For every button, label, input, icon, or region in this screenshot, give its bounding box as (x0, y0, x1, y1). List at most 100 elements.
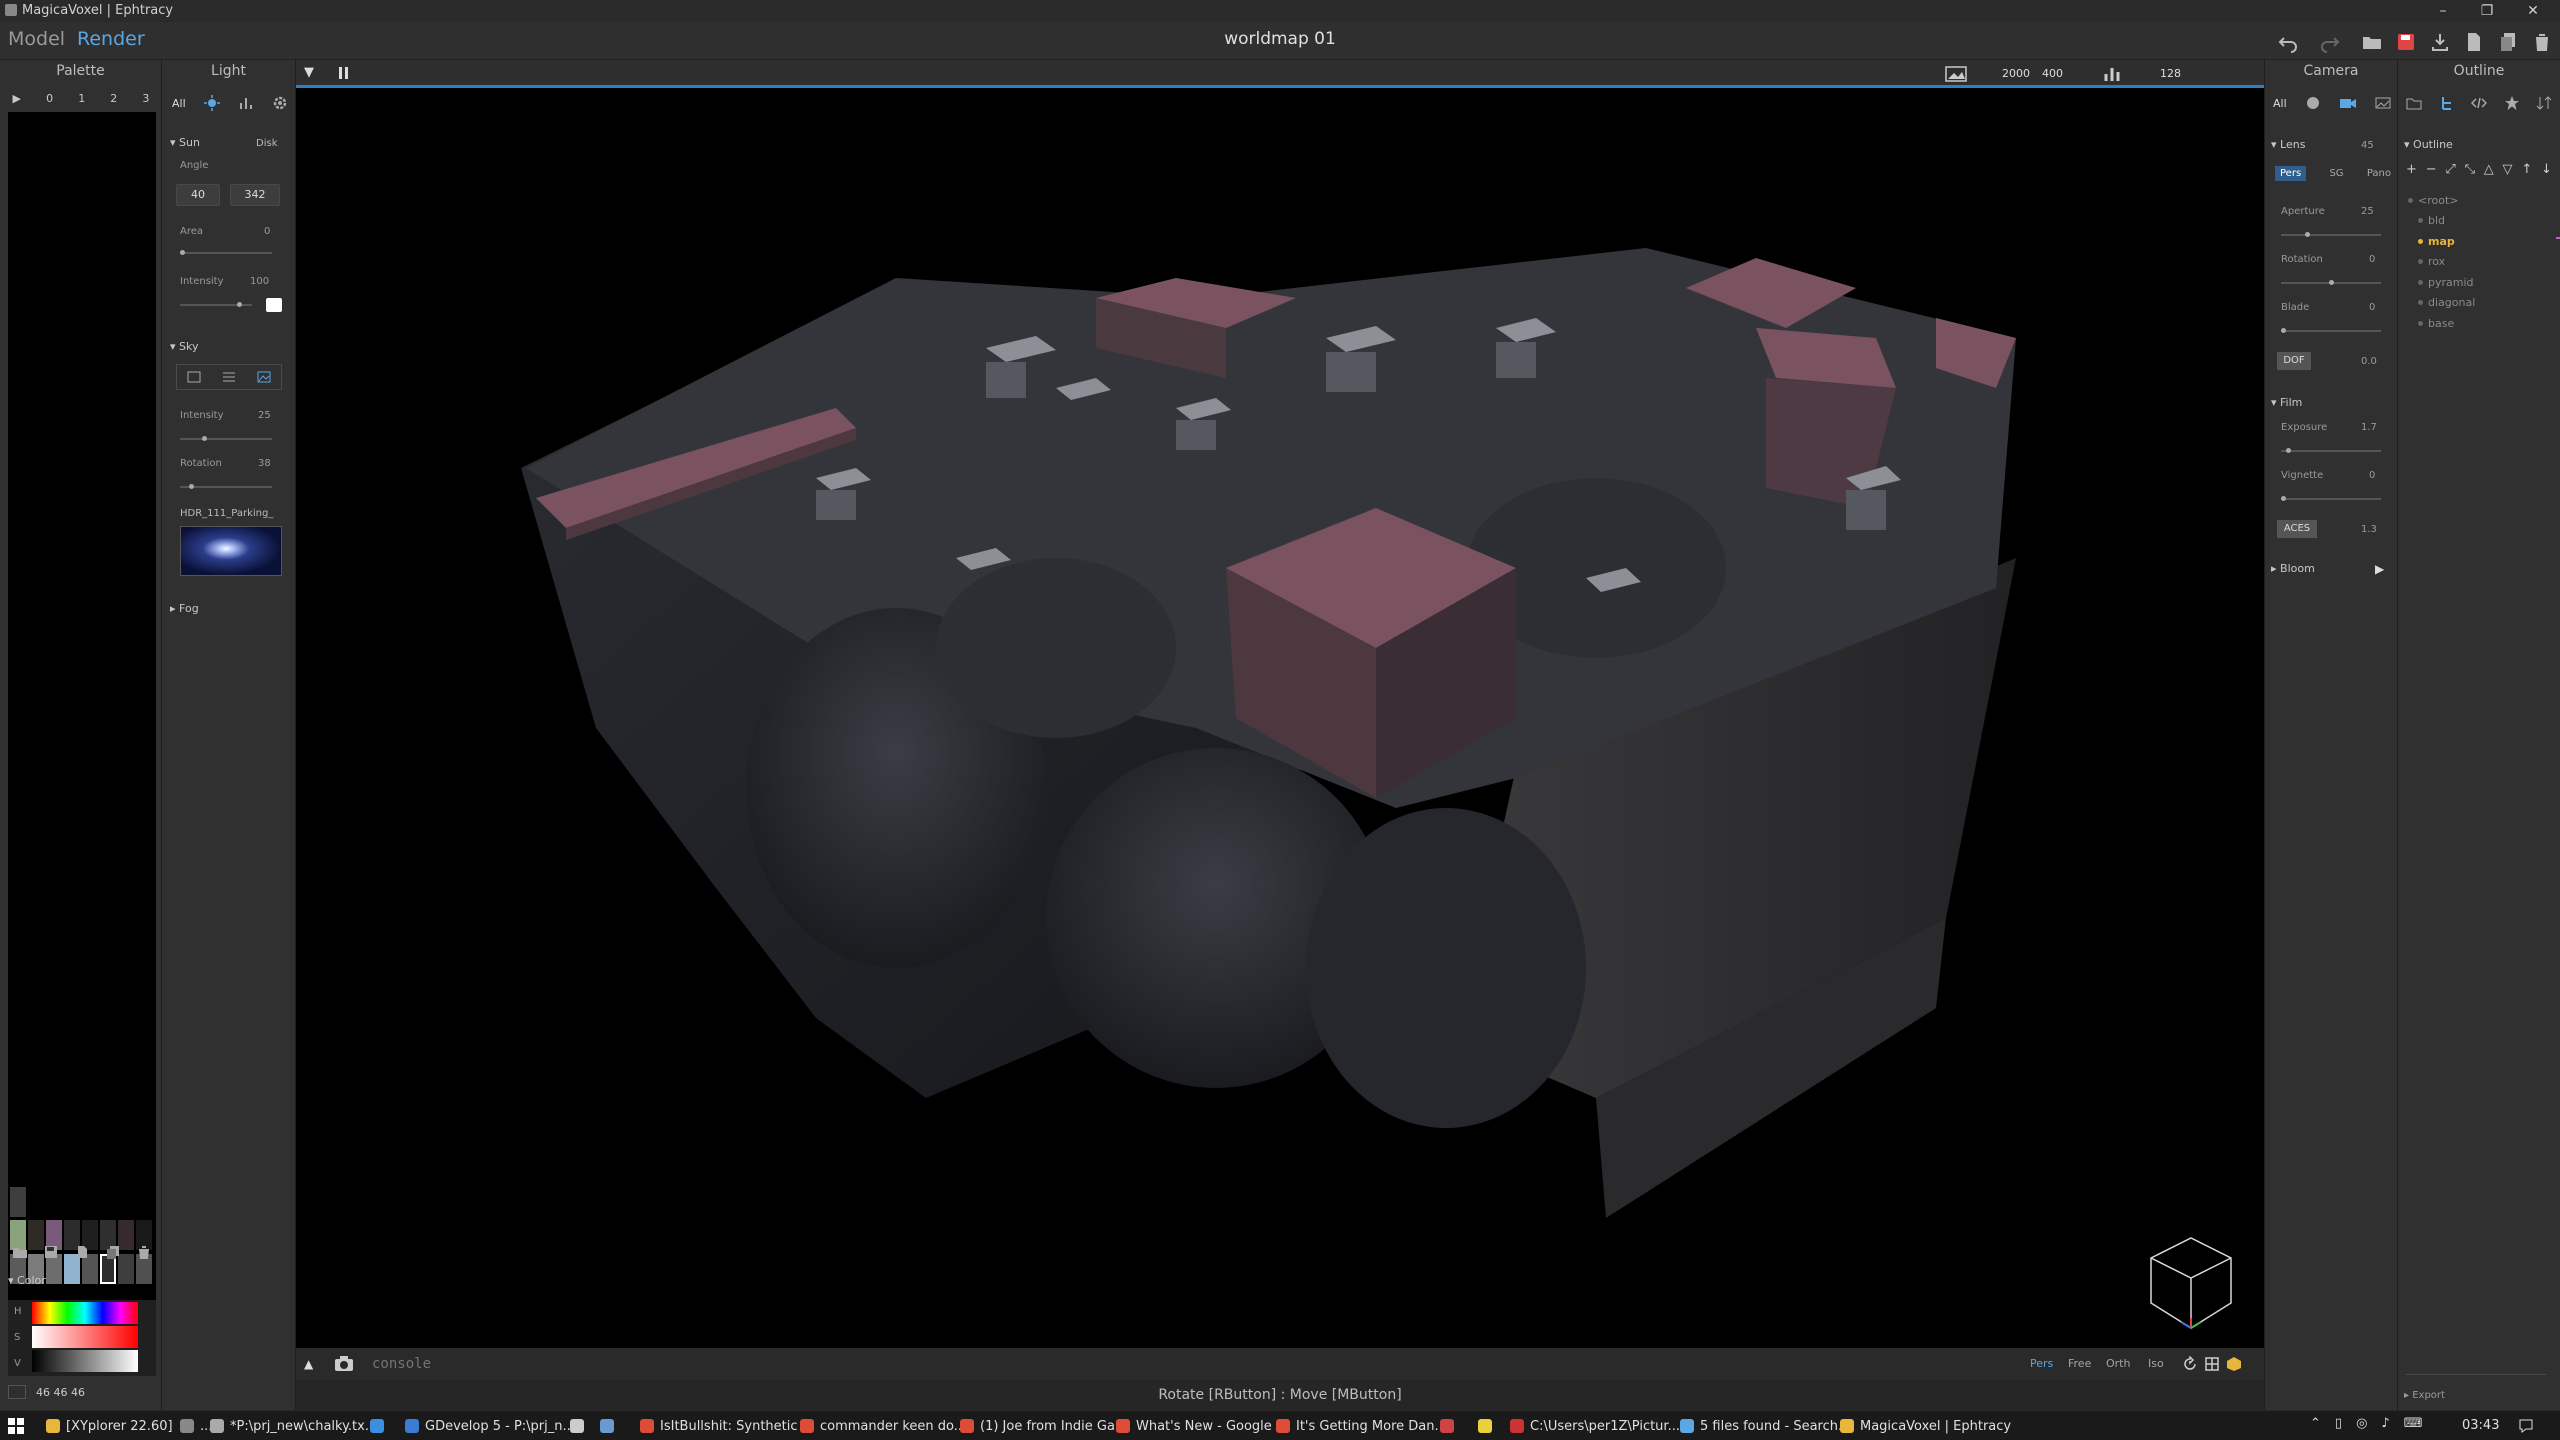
taskbar-item[interactable]: What's New - Google ... (1116, 1415, 1288, 1437)
triangle-down-icon[interactable]: ▽ (2503, 162, 2513, 180)
orientation-gizmo[interactable] (2136, 1228, 2246, 1338)
visibility-dot-icon[interactable] (2418, 238, 2423, 244)
exposure-value[interactable]: 1.7 (2361, 422, 2377, 433)
volume-icon[interactable]: ♪ (2381, 1416, 2389, 1431)
star-icon[interactable] (2504, 95, 2520, 111)
export-icon[interactable] (2428, 30, 2452, 54)
taskbar-item[interactable] (570, 1415, 584, 1437)
sun-intensity-slider[interactable] (180, 302, 252, 307)
aperture-value[interactable]: 25 (2361, 206, 2374, 217)
close-button[interactable]: ✕ (2524, 2, 2542, 20)
lens-section-toggle[interactable]: ▾ Lens (2271, 138, 2305, 151)
sample-count[interactable]: 128 (2160, 67, 2181, 80)
outline-item[interactable]: base (2408, 313, 2554, 334)
maximize-button[interactable]: ❐ (2478, 2, 2496, 20)
image-size-icon[interactable] (1944, 64, 1968, 84)
lens-mode-sg[interactable]: SG (2329, 168, 2343, 179)
taskbar-item[interactable]: C:\Users\per1Z\Pictur... (1510, 1415, 1680, 1437)
exposure-slider[interactable] (2281, 448, 2381, 453)
open-palette-icon[interactable] (12, 1244, 28, 1260)
notification-icon[interactable] (2518, 1418, 2534, 1434)
gear-icon[interactable] (272, 95, 288, 111)
network-icon[interactable]: ◎ (2356, 1416, 2367, 1431)
dof-value[interactable]: 0.0 (2361, 356, 2377, 367)
palette-play-button[interactable]: ▶ (13, 92, 21, 108)
outline-item[interactable]: diagonal (2408, 293, 2554, 314)
sun-color-swatch[interactable] (266, 298, 282, 312)
console-input[interactable] (366, 1352, 2016, 1376)
sun-angle-elevation-field[interactable]: 40 (176, 184, 220, 206)
blade-value[interactable]: 0 (2369, 302, 2375, 313)
save-icon[interactable] (2394, 30, 2418, 54)
taskbar-item[interactable]: 5 files found - Search... (1680, 1415, 1850, 1437)
minimize-button[interactable]: – (2434, 2, 2452, 20)
lens-mode-pers[interactable]: Pers (2275, 165, 2307, 181)
triangle-up-icon[interactable]: △ (2484, 162, 2494, 180)
sun-mode-label[interactable]: Disk (256, 138, 277, 149)
taskbar-item[interactable] (1440, 1415, 1454, 1437)
sun-intensity-slider-knob[interactable] (237, 302, 242, 307)
color-section-label[interactable]: ▾ Color (8, 1274, 46, 1287)
camera-snapshot-icon[interactable] (334, 1355, 354, 1373)
render-menu-icon[interactable]: ▼ (304, 65, 314, 80)
fog-section-toggle[interactable]: ▸ Fog (170, 602, 199, 615)
code-icon[interactable] (2471, 95, 2487, 111)
sky-rotation-value[interactable]: 38 (258, 458, 271, 469)
clock[interactable]: 03:43 (2462, 1418, 2499, 1433)
vignette-value[interactable]: 0 (2369, 470, 2375, 481)
reset-view-icon[interactable] (2182, 1356, 2198, 1372)
link-node-icon[interactable]: ⤢ (2445, 162, 2455, 180)
exposure-slider-knob[interactable] (2286, 448, 2291, 453)
palette-page-1[interactable]: 1 (78, 92, 85, 108)
sun-section-toggle[interactable]: ▾ Sun (170, 136, 200, 149)
sphere-filter-icon[interactable] (2305, 95, 2321, 111)
sky-intensity-value[interactable]: 25 (258, 410, 271, 421)
sky-section-toggle[interactable]: ▾ Sky (170, 340, 199, 353)
view-mode-free[interactable]: Free (2068, 1357, 2091, 1370)
grid-view-icon[interactable] (2204, 1356, 2220, 1372)
hierarchy-icon[interactable] (2439, 95, 2455, 111)
blade-slider-knob[interactable] (2281, 328, 2286, 333)
taskbar-item[interactable]: commander keen do... (800, 1415, 966, 1437)
unlink-node-icon[interactable]: ⤡ (2465, 162, 2475, 180)
delete-icon[interactable] (2530, 30, 2554, 54)
camera-rotation-slider-knob[interactable] (2329, 280, 2334, 285)
hue-slider[interactable] (32, 1302, 138, 1324)
visibility-dot-icon[interactable] (2408, 197, 2413, 203)
area-value[interactable]: 0 (264, 226, 270, 237)
save-palette-icon[interactable] (43, 1244, 59, 1260)
film-section-toggle[interactable]: ▾ Film (2271, 396, 2302, 409)
visibility-dot-icon[interactable] (2418, 259, 2423, 265)
palette-swatch[interactable] (10, 1187, 26, 1217)
outline-item[interactable]: bld (2408, 211, 2554, 232)
aces-value[interactable]: 1.3 (2361, 524, 2377, 535)
dof-toggle[interactable]: DOF (2277, 352, 2311, 370)
bloom-play-icon[interactable]: ▶ (2375, 562, 2384, 576)
visibility-dot-icon[interactable] (2418, 218, 2423, 224)
camera-filter-all[interactable]: All (2273, 97, 2287, 110)
render-viewport[interactable] (296, 88, 2264, 1348)
outline-item[interactable]: map (2408, 231, 2554, 252)
copy-palette-icon[interactable] (105, 1244, 121, 1260)
tray-expand-icon[interactable]: ⌃ (2310, 1416, 2321, 1431)
view-mode-orth[interactable]: Orth (2106, 1357, 2130, 1370)
aces-toggle[interactable]: ACES (2277, 520, 2317, 538)
taskbar-item[interactable]: IsItBullshit: Synthetic ... (640, 1415, 814, 1437)
taskbar-item[interactable]: *P:\prj_new\chalky.tx... (210, 1415, 377, 1437)
move-down-icon[interactable]: ↓ (2541, 162, 2552, 180)
undo-icon[interactable] (2276, 30, 2300, 54)
folder-icon[interactable] (2406, 95, 2422, 111)
visibility-dot-icon[interactable] (2418, 300, 2423, 306)
new-palette-icon[interactable] (74, 1244, 90, 1260)
sky-rotation-slider[interactable] (180, 484, 272, 489)
taskbar-item[interactable]: MagicaVoxel | Ephtracy (1840, 1415, 2011, 1437)
sun-intensity-value[interactable]: 100 (250, 276, 269, 287)
chart-filter-icon[interactable] (238, 95, 254, 111)
move-up-icon[interactable]: ↑ (2521, 162, 2532, 180)
saturation-slider[interactable] (32, 1326, 138, 1348)
new-file-icon[interactable] (2462, 30, 2486, 54)
voxel-scene-render[interactable] (296, 88, 2264, 1348)
bloom-section-toggle[interactable]: ▸ Bloom (2271, 562, 2315, 575)
image-filter-icon[interactable] (2375, 95, 2391, 111)
hdr-preview-image[interactable] (180, 526, 282, 576)
